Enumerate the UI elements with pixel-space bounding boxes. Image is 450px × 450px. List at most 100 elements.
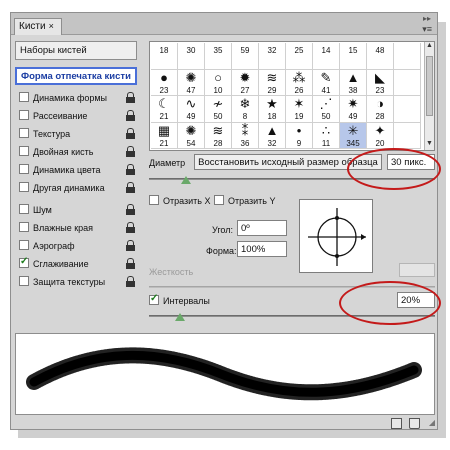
roundness-field[interactable]: 100% (237, 241, 287, 257)
flip-x-box[interactable] (149, 195, 159, 205)
lock-icon[interactable] (126, 182, 135, 193)
lock-icon[interactable] (126, 110, 135, 121)
brush-tip-cell[interactable]: 30 (178, 43, 205, 70)
brush-tip-cell[interactable]: ⁑ 36 (232, 122, 259, 149)
brush-tip-cell[interactable]: 25 (286, 43, 313, 70)
option-row[interactable]: Защита текстуры (15, 273, 137, 291)
option-checkbox[interactable] (19, 92, 29, 102)
option-checkbox[interactable] (19, 146, 29, 156)
brush-tip-cell[interactable]: 32 (259, 43, 286, 70)
option-checkbox[interactable] (19, 276, 29, 286)
diameter-slider-thumb[interactable] (181, 176, 191, 185)
tab-brushes[interactable]: Кисти × (14, 18, 62, 35)
brush-tip-cell[interactable]: ≁ 50 (205, 96, 232, 123)
option-row[interactable]: Сглаживание (15, 255, 137, 273)
option-checkbox[interactable] (19, 110, 29, 120)
brush-tip-cell[interactable]: ✶ 19 (286, 96, 313, 123)
brush-tip-cell[interactable]: ✺ 54 (178, 122, 205, 149)
brush-tip-cell[interactable]: ☾ 21 (151, 96, 178, 123)
option-row[interactable]: Двойная кисть (15, 143, 137, 161)
option-row[interactable]: Рассеивание (15, 107, 137, 125)
brush-tip-cell[interactable]: 15 (340, 43, 367, 70)
option-checkbox[interactable] (19, 164, 29, 174)
angle-field[interactable]: 0º (237, 220, 287, 236)
lock-icon[interactable] (126, 92, 135, 103)
brush-tip-cell[interactable]: ≋ 29 (259, 69, 286, 96)
brush-tip-cell[interactable]: ✹ 27 (232, 69, 259, 96)
brush-tip-cell[interactable]: ❄ 8 (232, 96, 259, 123)
brush-tip-cell[interactable]: ∿ 49 (178, 96, 205, 123)
brush-tip-cell[interactable]: ⁂ 26 (286, 69, 313, 96)
brush-tip-cell[interactable]: ▲ 32 (259, 122, 286, 149)
option-checkbox[interactable] (19, 204, 29, 214)
brush-tip-cell[interactable]: ★ 18 (259, 96, 286, 123)
resize-grip-icon[interactable]: ◢ (429, 418, 435, 427)
brush-tip-cell[interactable]: 18 (151, 43, 178, 70)
brush-tip-icon: ▲ (346, 69, 360, 85)
grid-scrollbar[interactable]: ▲ ▼ (424, 42, 434, 150)
flip-y-checkbox[interactable]: Отразить Y (214, 195, 276, 206)
scroll-up-icon[interactable]: ▲ (425, 42, 434, 52)
option-label: Аэрограф (33, 241, 75, 251)
brush-tip-cell[interactable]: ✳ 345 (340, 122, 367, 149)
angle-preview-box[interactable] (299, 199, 373, 273)
option-checkbox[interactable] (19, 128, 29, 138)
panel-menu-icon[interactable]: ▾≡ (422, 24, 432, 35)
spacing-box[interactable] (149, 293, 159, 305)
option-row[interactable]: Динамика формы (15, 89, 137, 107)
brush-tip-cell[interactable]: ◣ 23 (367, 69, 394, 96)
option-row[interactable]: Текстура (15, 125, 137, 143)
brush-tip-cell[interactable]: 35 (205, 43, 232, 70)
scroll-down-icon[interactable]: ▼ (425, 140, 434, 150)
option-checkbox[interactable] (19, 222, 29, 232)
brush-tip-cell[interactable]: ◑ 28 (367, 96, 394, 123)
lock-icon[interactable] (126, 164, 135, 175)
brush-tip-cell[interactable]: ✎ 41 (313, 69, 340, 96)
brush-tip-cell[interactable] (394, 69, 421, 96)
brush-tip-cell[interactable]: ✦ 20 (367, 122, 394, 149)
brush-tip-cell[interactable] (394, 96, 421, 123)
lock-icon[interactable] (126, 276, 135, 287)
flip-y-box[interactable] (214, 195, 224, 205)
option-row[interactable]: Другая динамика (15, 179, 137, 197)
close-icon[interactable]: × (49, 21, 54, 31)
option-checkbox[interactable] (19, 256, 29, 268)
new-brush-icon[interactable] (391, 418, 402, 429)
lock-icon[interactable] (126, 240, 135, 251)
option-checkbox[interactable] (19, 240, 29, 250)
scroll-thumb[interactable] (426, 56, 433, 116)
lock-icon[interactable] (126, 258, 135, 269)
brush-tip-cell[interactable]: ≋ 28 (205, 122, 232, 149)
trash-icon[interactable] (409, 418, 420, 429)
lock-icon[interactable] (126, 204, 135, 215)
spacing-slider-thumb[interactable] (175, 313, 185, 322)
brush-tip-cell[interactable]: ○ 10 (205, 69, 232, 96)
brush-tip-cell[interactable]: • 9 (286, 122, 313, 149)
brush-presets-button[interactable]: Наборы кистей (15, 41, 137, 60)
lock-icon[interactable] (126, 222, 135, 233)
option-row[interactable]: Динамика цвета (15, 161, 137, 179)
brush-tip-cell[interactable]: ✷ 49 (340, 96, 367, 123)
brush-tip-cell[interactable]: 59 (232, 43, 259, 70)
brush-tip-cell[interactable] (394, 43, 421, 70)
lock-icon[interactable] (126, 146, 135, 157)
brush-tip-cell[interactable]: ✺ 47 (178, 69, 205, 96)
option-row[interactable]: Влажные края (15, 219, 137, 237)
brush-tip-cell[interactable] (394, 122, 421, 149)
brush-size-label: 30 (186, 46, 196, 55)
spacing-checkbox[interactable]: Интервалы (149, 293, 210, 306)
brush-tip-cell[interactable]: 14 (313, 43, 340, 70)
option-row[interactable]: Аэрограф (15, 237, 137, 255)
brush-tip-shape-item[interactable]: Форма отпечатка кисти (15, 67, 137, 85)
option-checkbox[interactable] (19, 182, 29, 192)
brush-tip-cell[interactable]: ⋰ 50 (313, 96, 340, 123)
brush-tip-cell[interactable]: ▲ 38 (340, 69, 367, 96)
brush-tip-cell[interactable]: ▦ 21 (151, 122, 178, 149)
lock-icon[interactable] (126, 128, 135, 139)
option-row[interactable]: Шум (15, 201, 137, 219)
brush-tip-cell[interactable]: 48 (367, 43, 394, 70)
brush-tip-cell[interactable]: ● 23 (151, 69, 178, 96)
collapse-icon[interactable]: ▸▸ (423, 14, 431, 23)
flip-x-checkbox[interactable]: Отразить X (149, 195, 211, 206)
brush-tip-cell[interactable]: ∴ 11 (313, 122, 340, 149)
